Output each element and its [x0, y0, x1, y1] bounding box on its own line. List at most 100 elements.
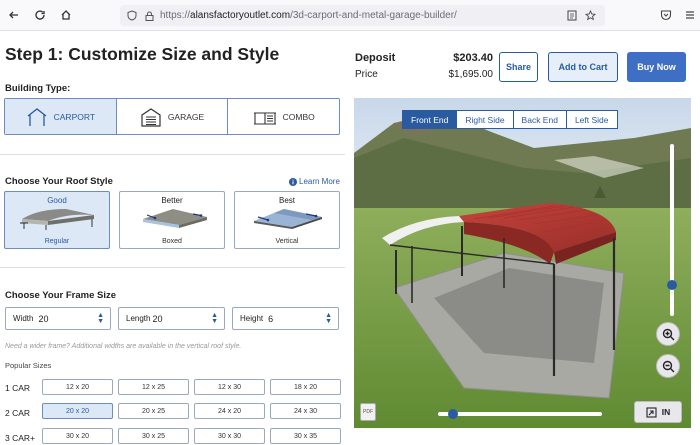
deposit-label: Deposit [355, 52, 396, 64]
width-select[interactable]: Width 20 ▲ ▼ [5, 307, 111, 330]
tab-right-side[interactable]: Right Side [457, 111, 514, 128]
learn-more-link[interactable]: Learn More [289, 177, 340, 186]
garage-icon [141, 107, 161, 127]
boxed-roof-image [143, 209, 207, 228]
width-label: Width [13, 314, 34, 323]
vertical-slider-thumb[interactable] [667, 280, 677, 290]
carport-3d-scene [354, 98, 691, 428]
roof-tier: Good [47, 196, 67, 205]
home-icon[interactable] [55, 4, 77, 26]
size-button[interactable]: 24 x 20 [194, 403, 265, 419]
roof-style-label: Choose Your Roof Style [5, 176, 113, 187]
size-button[interactable]: 12 x 20 [42, 379, 113, 395]
section-divider [0, 267, 345, 268]
url-scheme: https:// [160, 10, 191, 21]
pdf-label: PDF [363, 409, 373, 415]
3d-viewer[interactable]: Front End Right Side Back End Left Side … [354, 98, 691, 428]
buy-now-button[interactable]: Buy Now [627, 52, 686, 82]
reader-view-icon[interactable] [567, 10, 577, 21]
pdf-download-button[interactable]: PDF [360, 403, 376, 421]
size-button-active[interactable]: 20 x 20 [42, 403, 113, 419]
combo-icon [253, 111, 276, 125]
size-button[interactable]: 24 x 30 [270, 403, 341, 419]
enter-inside-button[interactable]: IN [634, 401, 682, 423]
select-arrows-icon: ▲ ▼ [325, 312, 332, 325]
width-value: 20 [38, 313, 49, 324]
size-button[interactable]: 30 x 35 [270, 428, 341, 444]
roof-name: Regular [44, 238, 70, 245]
tab-back-end[interactable]: Back End [514, 111, 567, 128]
size-row-label: 1 CAR [5, 383, 31, 393]
size-button[interactable]: 30 x 25 [118, 428, 189, 444]
browser-toolbar: https://alansfactoryoutlet.com/3d-carpor… [0, 0, 700, 31]
section-divider [0, 154, 345, 155]
size-row-label: 3 CAR+ [5, 433, 35, 443]
size-row-label: 2 CAR [5, 408, 31, 418]
bookmark-star-icon[interactable] [585, 10, 596, 21]
building-type-combo[interactable]: COMBO [228, 99, 339, 134]
enter-icon [646, 406, 657, 418]
page-title: Step 1: Customize Size and Style [5, 44, 280, 64]
roof-tier: Better [161, 196, 183, 205]
size-button[interactable]: 18 x 20 [270, 379, 341, 395]
horizontal-rotation-slider[interactable] [438, 409, 602, 419]
size-button[interactable]: 30 x 30 [194, 428, 265, 444]
shield-icon[interactable] [127, 10, 137, 21]
building-type-combo-label: COMBO [282, 111, 315, 122]
building-type-carport-label: CARPORT [53, 111, 96, 122]
building-type-garage[interactable]: GARAGE [117, 99, 229, 134]
vertical-roof-image [254, 209, 322, 229]
lock-icon[interactable] [145, 11, 154, 21]
zoom-in-button[interactable] [656, 322, 680, 346]
roof-option-boxed[interactable]: Better Boxed [119, 191, 225, 249]
length-label: Length [126, 314, 151, 323]
reload-icon[interactable] [29, 4, 51, 26]
learn-more-label: Learn More [299, 177, 340, 186]
regular-roof-image [20, 209, 94, 230]
frame-size-label: Choose Your Frame Size [5, 290, 117, 301]
share-button[interactable]: Share [499, 52, 538, 82]
add-to-cart-button[interactable]: Add to Cart [548, 52, 618, 82]
url-host: alansfactoryoutlet.com [190, 10, 291, 21]
carport-icon [27, 107, 47, 126]
tab-left-side[interactable]: Left Side [567, 111, 617, 128]
price-label: Price [355, 69, 378, 80]
roof-option-regular[interactable]: Good Regular [4, 191, 110, 249]
height-label: Height [240, 314, 264, 323]
height-value: 6 [268, 313, 274, 324]
size-button[interactable]: 30 x 20 [42, 428, 113, 444]
horizontal-slider-thumb[interactable] [448, 409, 458, 419]
url-path: /3d-carport-and-metal-garage-builder/ [290, 10, 457, 21]
configuration-panel: Step 1: Customize Size and Style Buildin… [0, 31, 345, 445]
zoom-in-icon [662, 328, 674, 340]
building-type-selector: CARPORT GARAGE COMBO [4, 98, 340, 135]
height-select[interactable]: Height 6 ▲ ▼ [232, 307, 339, 330]
roof-name: Vertical [275, 238, 299, 245]
size-button[interactable]: 20 x 25 [118, 403, 189, 419]
view-tabs: Front End Right Side Back End Left Side [402, 110, 618, 129]
tab-front-end[interactable]: Front End [403, 111, 458, 128]
deposit-value: $203.40 [453, 52, 493, 64]
pocket-icon[interactable] [660, 9, 672, 21]
menu-icon[interactable] [684, 9, 696, 21]
url-bar[interactable]: https://alansfactoryoutlet.com/3d-carpor… [120, 5, 605, 26]
building-type-garage-label: GARAGE [167, 111, 205, 122]
length-select[interactable]: Length 20 ▲ ▼ [118, 307, 225, 330]
vertical-rotation-slider[interactable] [667, 144, 677, 316]
building-type-carport[interactable]: CARPORT [5, 99, 117, 134]
select-arrows-icon: ▲ ▼ [97, 312, 104, 325]
in-label: IN [661, 407, 671, 417]
roof-option-vertical[interactable]: Best Vertical [234, 191, 340, 249]
popular-sizes-label: Popular Sizes [5, 361, 52, 370]
zoom-out-icon [662, 360, 674, 372]
size-button[interactable]: 12 x 25 [118, 379, 189, 395]
wider-frame-note: Need a wider frame? Additional widths ar… [5, 343, 242, 350]
info-icon [289, 177, 297, 186]
building-type-label: Building Type: [5, 83, 71, 94]
roof-tier: Best [278, 196, 295, 205]
preview-panel: Deposit $203.40 Price $1,695.00 Share Ad… [345, 31, 700, 445]
back-arrow-icon[interactable] [3, 4, 25, 26]
size-button[interactable]: 12 x 30 [194, 379, 265, 395]
select-arrows-icon: ▲ ▼ [211, 312, 218, 325]
zoom-out-button[interactable] [656, 354, 680, 378]
